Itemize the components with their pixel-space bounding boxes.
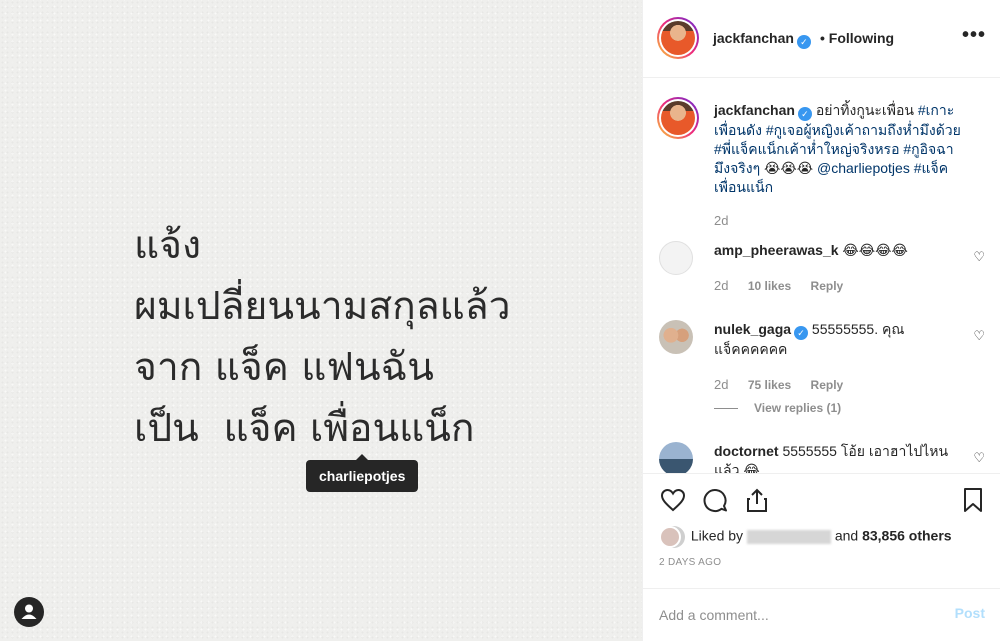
liker-username[interactable] (746, 530, 831, 544)
bookmark-icon (964, 488, 982, 512)
reply-button[interactable]: Reply (811, 279, 844, 293)
post-comment-button[interactable]: Post (955, 605, 985, 621)
caption-emoji: 😭😭😭 (764, 160, 814, 176)
follow-status[interactable]: • Following (820, 30, 894, 46)
liker-avatar[interactable] (659, 526, 681, 548)
photo-line-4: เป็น แจ็ค เพื่อนแน็ก (134, 406, 475, 451)
verified-icon: ✓ (794, 326, 809, 340)
view-replies-button[interactable]: View replies (1) (714, 401, 841, 415)
mention-link[interactable]: @charliepotjes (817, 160, 910, 176)
commenter-avatar[interactable] (659, 442, 693, 473)
caption-text: อย่าทิ้งกูนะเพื่อน (815, 102, 918, 118)
share-icon (747, 488, 767, 512)
verified-icon: ✓ (796, 35, 811, 49)
commenter-avatar[interactable] (659, 320, 693, 354)
comment-likes[interactable]: 75 likes (748, 378, 791, 392)
post-panel: jackfanchan ✓ • Following ••• jackfanchan… (642, 0, 1000, 641)
liked-by-and: and (834, 527, 859, 544)
comment-age: 2d (714, 278, 729, 293)
liked-by-prefix: Liked by (690, 527, 744, 544)
like-button[interactable] (659, 486, 687, 514)
user-tag-tooltip[interactable]: charliepotjes (306, 454, 419, 492)
avatar[interactable] (657, 17, 699, 59)
like-comment-icon[interactable]: ♡ (973, 249, 985, 265)
comment-likes[interactable]: 10 likes (748, 279, 791, 293)
hashtag[interactable]: #พี่แจ็คแน็กเค้าห่ำใหญ่จริงหรอ (714, 141, 900, 157)
verified-icon: ✓ (797, 107, 812, 121)
comments-list[interactable]: jackfanchan ✓ อย่าทิ้งกูนะเพื่อน #เกาะเพื… (643, 79, 1000, 473)
tagged-users-button[interactable] (14, 597, 44, 627)
post-photo[interactable]: แจ้ง ผมเปลี่ยนนามสกุลแล้ว จาก แจ็ค แฟนฉั… (0, 0, 642, 641)
comment-button[interactable] (701, 486, 729, 514)
hashtag[interactable]: #กูเจอผู้หญิงเค้าถามถึงห่ำมึงด้วย (766, 122, 961, 138)
photo-text: แจ้ง ผมเปลี่ยนนามสกุลแล้ว จาก แจ็ค แฟนฉั… (134, 215, 511, 459)
photo-line-2: ผมเปลี่ยนนามสกุลแล้ว (134, 284, 511, 329)
likes-count[interactable]: 83,856 others (862, 528, 952, 544)
post-header: jackfanchan ✓ • Following ••• (643, 0, 1000, 78)
reply-button[interactable]: Reply (811, 378, 844, 392)
save-button[interactable] (959, 486, 987, 514)
header-username[interactable]: jackfanchan ✓ (713, 30, 811, 49)
comment-text: 😂😂😂😂 (842, 242, 908, 258)
post-time[interactable]: 2 DAYS AGO (659, 557, 721, 568)
comment-input[interactable] (659, 601, 929, 629)
comment-username[interactable]: nulek_gaga (714, 321, 791, 337)
commenter-avatar[interactable] (659, 241, 693, 275)
share-button[interactable] (743, 486, 771, 514)
caption-username[interactable]: jackfanchan (714, 102, 795, 118)
user-icon (21, 604, 37, 619)
comment-username[interactable]: amp_pheerawas_k (714, 242, 839, 258)
like-comment-icon[interactable]: ♡ (973, 328, 985, 344)
post-actions: Liked by and 83,856 others 2 DAYS AGO (643, 473, 1000, 598)
caption-age: 2d (714, 213, 729, 228)
photo-line-1: แจ้ง (134, 223, 202, 268)
photo-line-3: จาก แจ็ค แฟนฉัน (134, 345, 434, 390)
comment-username[interactable]: doctornet (714, 443, 779, 459)
comment-icon (703, 489, 727, 512)
heart-icon (660, 488, 686, 512)
comment-age: 2d (714, 377, 729, 392)
caption-avatar[interactable] (657, 97, 699, 139)
liked-by-summary: Liked by and 83,856 others (659, 526, 952, 548)
like-comment-icon[interactable]: ♡ (973, 450, 985, 466)
add-comment-bar: Post (643, 588, 1000, 641)
more-options-icon[interactable]: ••• (962, 24, 986, 47)
